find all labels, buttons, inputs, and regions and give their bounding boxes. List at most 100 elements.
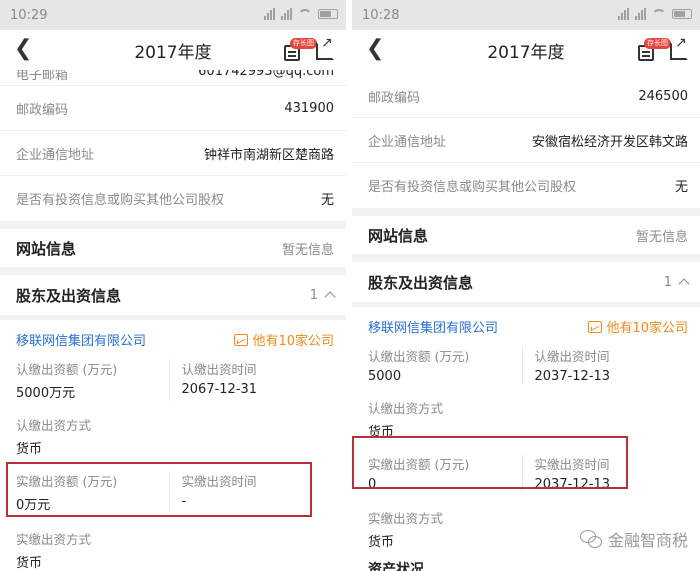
share-icon[interactable] (670, 35, 688, 60)
company-row: 移联网信集团有限公司 他有10家公司 (352, 307, 700, 342)
left-screenshot: 10:29 ❮ 2017年度 存长图 电子邮箱 601742993@qq.com… (0, 0, 346, 571)
chevron-up-icon[interactable] (678, 278, 690, 290)
website-section-note: 暂无信息 (635, 229, 688, 245)
nav-bar: ❮ 2017年度 存长图 (0, 30, 346, 70)
other-companies-link[interactable]: 他有10家公司 (234, 330, 334, 349)
investment-value: 无 (674, 180, 688, 195)
trend-chart-icon (234, 333, 249, 346)
watermark: 金融智商税 (579, 527, 688, 551)
signal-icon (264, 8, 275, 20)
address-label: 企业通信地址 (368, 134, 447, 150)
address-row: 企业通信地址 安徽宿松经济开发区韩文路 (352, 118, 700, 163)
postal-code-value: 246500 (638, 89, 688, 104)
other-companies-link[interactable]: 他有10家公司 (588, 317, 688, 336)
chevron-up-icon[interactable] (324, 291, 336, 303)
subscribed-method-value: 货币 (16, 442, 43, 457)
highlight-box (6, 462, 312, 517)
battery-icon (672, 9, 692, 19)
subscribed-amount-label: 认缴出资额 (万元) (368, 349, 470, 364)
subscribed-time-value: 2067-12-31 (181, 382, 258, 397)
shareholder-section-header[interactable]: 股东及出资信息 1 (352, 262, 700, 302)
subscribed-time-label: 认缴出资时间 (534, 349, 610, 364)
company-name-link[interactable]: 移联网信集团有限公司 (368, 317, 498, 336)
address-row: 企业通信地址 钟祥市南湖新区楚商路 (0, 131, 346, 176)
company-row: 移联网信集团有限公司 他有10家公司 (0, 320, 346, 355)
investment-row: 是否有投资信息或购买其他公司股权 无 (0, 176, 346, 221)
subscribed-amount-label: 认缴出资额 (万元) (16, 362, 118, 377)
website-section-title: 网站信息 (368, 226, 429, 245)
trend-chart-icon (588, 320, 603, 333)
investment-label: 是否有投资信息或购买其他公司股权 (368, 180, 577, 195)
shareholder-count: 1 (663, 274, 690, 290)
shareholder-count-value: 1 (663, 274, 672, 290)
subscribed-time: 认缴出资时间 2037-12-13 (521, 346, 689, 384)
shareholder-section-title: 股东及出资信息 (16, 286, 122, 305)
watermark-text: 金融智商税 (607, 531, 688, 550)
wifi-icon (298, 9, 312, 19)
subscribed-amount-value: 5000万元 (16, 386, 76, 401)
section-gap (352, 254, 700, 262)
nav-bar: ❮ 2017年度 存长图 (352, 30, 700, 70)
battery-icon (318, 9, 338, 19)
website-section-header[interactable]: 网站信息 暂无信息 (352, 216, 700, 254)
postal-code-value: 431900 (284, 100, 334, 116)
long-image-icon[interactable]: 存长图 (636, 38, 671, 62)
status-icons (264, 8, 338, 20)
postal-code-label: 邮政编码 (368, 91, 421, 106)
other-companies-label: 他有10家公司 (252, 334, 334, 349)
right-screenshot: 10:28 ❮ 2017年度 存长图 邮政编码 246500 企业通信地址 安徽… (352, 0, 700, 571)
wechat-icon (579, 530, 602, 548)
signal-icon (618, 8, 629, 20)
share-icon[interactable] (316, 35, 334, 60)
website-section-header[interactable]: 网站信息 暂无信息 (0, 229, 346, 267)
subscribed-method-label: 认缴出资方式 (368, 401, 444, 416)
highlight-box (352, 436, 628, 489)
paid-method-value: 货币 (16, 556, 43, 571)
shareholder-count-value: 1 (309, 287, 318, 303)
subscribed-method-label: 认缴出资方式 (16, 418, 92, 433)
signal-icon-2 (635, 8, 646, 20)
postal-code-row: 邮政编码 431900 (0, 86, 346, 131)
status-time: 10:28 (362, 7, 400, 23)
postal-code-row: 邮政编码 246500 (352, 76, 700, 118)
other-companies-label: 他有10家公司 (606, 321, 688, 336)
subscribed-grid: 认缴出资额 (万元) 5000万元 认缴出资时间 2067-12-31 (0, 355, 346, 405)
long-image-badge: 存长图 (644, 38, 671, 49)
section-gap (0, 267, 346, 275)
paid-method-label: 实缴出资方式 (16, 532, 92, 547)
subscribed-amount: 认缴出资额 (万元) 5000万元 (16, 359, 169, 401)
shareholder-count: 1 (309, 287, 336, 303)
asset-section-title-cutoff: 资产状况 (368, 562, 424, 571)
page-title: 2017年度 (487, 42, 565, 63)
subscribed-time-value: 2037-12-13 (534, 369, 611, 384)
subscribed-grid: 认缴出资额 (万元) 5000 认缴出资时间 2037-12-13 (352, 342, 700, 388)
subscribed-amount-value: 5000 (368, 369, 402, 384)
back-icon[interactable]: ❮ (366, 38, 384, 60)
wifi-icon (652, 9, 666, 19)
paid-method-label: 实缴出资方式 (368, 511, 444, 526)
address-label: 企业通信地址 (16, 147, 95, 163)
status-bar: 10:29 (0, 0, 346, 30)
investment-row: 是否有投资信息或购买其他公司股权 无 (352, 163, 700, 208)
company-name-link[interactable]: 移联网信集团有限公司 (16, 330, 146, 349)
back-icon[interactable]: ❮ (14, 38, 32, 60)
paid-method: 实缴出资方式 货币 (0, 525, 346, 571)
shareholder-section-title: 股东及出资信息 (368, 273, 474, 292)
long-image-icon[interactable]: 存长图 (282, 38, 317, 62)
signal-icon-2 (281, 8, 292, 20)
subscribed-time-label: 认缴出资时间 (181, 362, 257, 377)
shareholder-section-header[interactable]: 股东及出资信息 1 (0, 275, 346, 315)
address-value: 安徽宿松经济开发区韩文路 (531, 134, 688, 150)
address-value: 钟祥市南湖新区楚商路 (203, 147, 334, 163)
postal-code-label: 邮政编码 (16, 102, 69, 118)
section-gap (352, 208, 700, 216)
status-time: 10:29 (10, 7, 48, 23)
subscribed-amount: 认缴出资额 (万元) 5000 (368, 346, 522, 384)
website-section-note: 暂无信息 (281, 242, 334, 258)
website-section-title: 网站信息 (16, 239, 77, 258)
section-gap (0, 221, 346, 229)
status-icons (618, 8, 692, 20)
status-bar: 10:28 (352, 0, 700, 30)
subscribed-time: 认缴出资时间 2067-12-31 (168, 359, 335, 401)
investment-label: 是否有投资信息或购买其他公司股权 (16, 193, 225, 208)
